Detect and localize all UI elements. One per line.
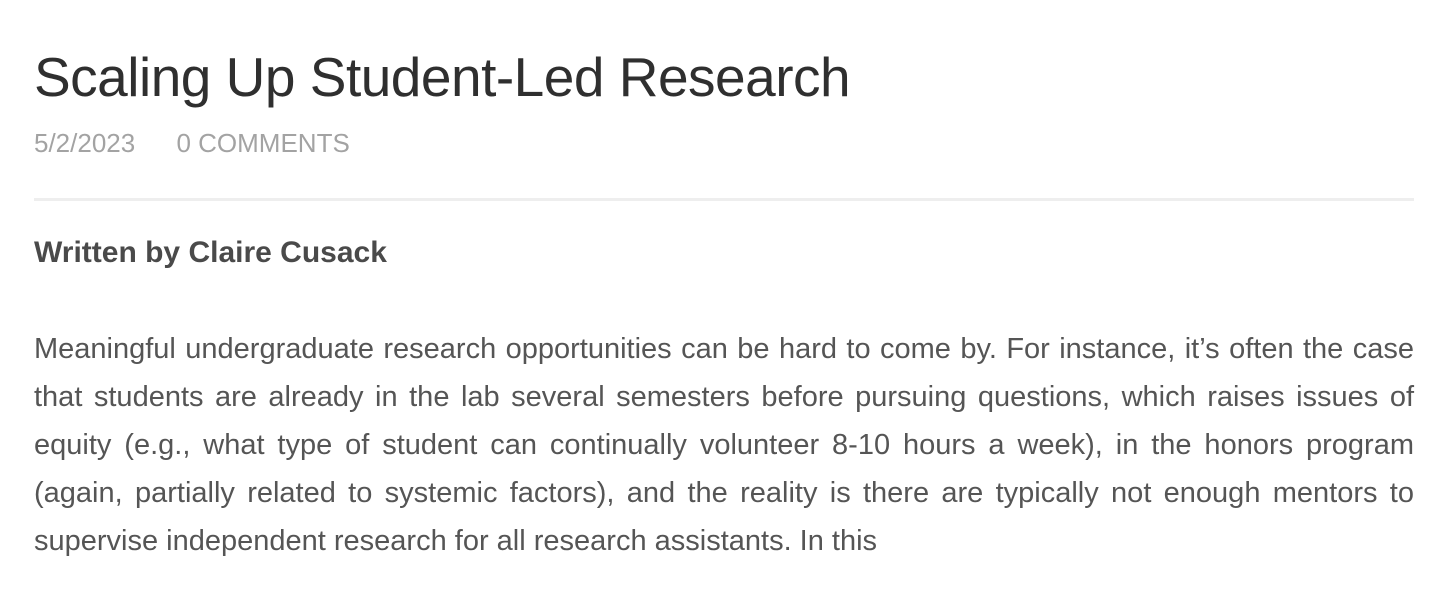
post-meta: 5/2/2023 0 COMMENTS xyxy=(34,126,1414,160)
comments-link[interactable]: 0 COMMENTS xyxy=(176,128,349,158)
post-body-paragraph: Meaningful undergraduate research opport… xyxy=(34,333,1414,557)
divider xyxy=(34,198,1414,201)
post-author: Written by Claire Cusack xyxy=(34,236,387,269)
post-title: Scaling Up Student-Led Research xyxy=(34,46,851,108)
blog-post: Scaling Up Student-Led Research 5/2/2023… xyxy=(34,0,1414,594)
post-date: 5/2/2023 xyxy=(34,128,136,158)
